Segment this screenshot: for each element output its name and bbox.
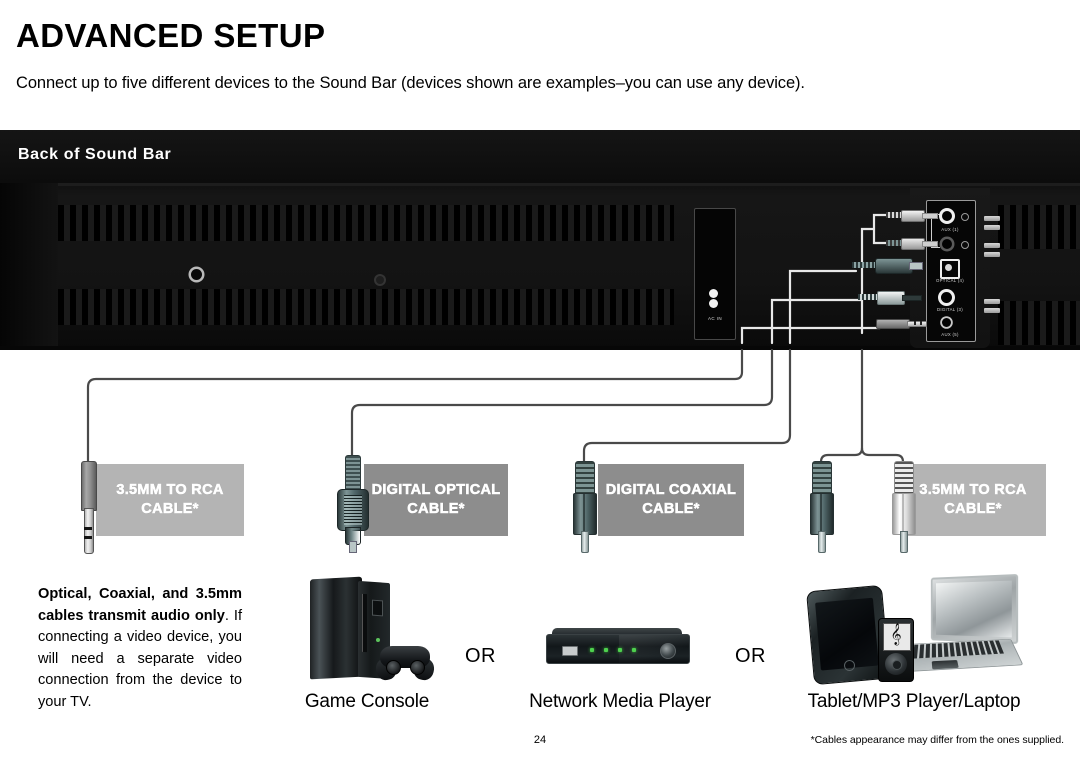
optical-in-port <box>940 259 960 279</box>
gamepad-icon <box>372 640 438 683</box>
cable-label-text-3: DIGITAL COAXIAL CABLE* <box>605 482 737 518</box>
plug-coaxial-rca <box>571 461 597 553</box>
ac-power-icon <box>706 289 721 313</box>
tablet-mp3-laptop-caption: Tablet/MP3 Player/Laptop <box>807 691 1021 712</box>
side-clip-3a <box>984 299 1000 304</box>
digital-coax-in-label: DIGITAL (3) <box>937 307 963 312</box>
intro-paragraph: Connect up to five different devices to … <box>16 74 805 92</box>
optical-in-label: OPTICAL (4) <box>936 278 964 283</box>
laptop-icon <box>900 573 1024 676</box>
section-banner-label: Back of Sound Bar <box>18 146 172 163</box>
soundbar-left-shadow <box>0 183 58 350</box>
manual-page: ADVANCED SETUP Connect up to five differ… <box>0 0 1080 761</box>
aux-in-2-label: AUX (5) <box>941 332 959 337</box>
panel-screw-icon-2 <box>961 241 969 249</box>
speaker-grille-top-left <box>58 205 674 241</box>
side-clip-2a <box>984 243 1000 248</box>
cable-label-text-4: 3.5MM TO RCA CABLE* <box>919 482 1027 518</box>
network-media-player-caption: Network Media Player <box>529 691 711 712</box>
section-banner: Back of Sound Bar <box>0 130 1080 183</box>
usb-port-icon <box>562 646 578 656</box>
or-separator-1: OR <box>465 645 496 667</box>
plug-optical <box>336 455 369 553</box>
side-clip-3b <box>984 308 1000 313</box>
mp3-player-icon: 𝄞 <box>878 618 914 682</box>
side-clip-1b <box>984 225 1000 230</box>
side-clip-1a <box>984 216 1000 221</box>
mount-hole-left <box>191 269 202 280</box>
speaker-grille-top-right <box>998 205 1080 249</box>
cable-label-35mm-to-rca-right: 3.5MM TO RCA CABLE* <box>900 464 1046 536</box>
aux-in-1-right-jack <box>942 239 952 249</box>
audio-only-note-bold: Optical, Coaxial, and 3.5mm cables trans… <box>38 586 242 624</box>
audio-only-note: Optical, Coaxial, and 3.5mm cables trans… <box>38 584 242 713</box>
rca-plug-white-bottom <box>886 237 938 250</box>
cable-label-35mm-to-rca: 3.5MM TO RCA CABLE* <box>96 464 244 536</box>
music-note-icon: 𝄞 <box>890 624 902 645</box>
aux-in-1-label: AUX (1) <box>941 227 959 232</box>
plug-rca-red <box>808 461 834 553</box>
click-wheel-icon <box>885 653 907 675</box>
mount-hole-center <box>376 276 384 284</box>
page-title: ADVANCED SETUP <box>16 17 326 54</box>
aux-in-1-left-jack <box>942 211 952 221</box>
plug-35mm-left <box>78 461 98 556</box>
ac-in-label: AC IN <box>707 316 722 321</box>
panel-screw-icon-1 <box>961 213 969 221</box>
coax-plug-docked <box>858 291 922 305</box>
soundbar-top-edge <box>0 183 1080 186</box>
aux-35mm-plug-docked <box>876 318 936 329</box>
game-console-caption: Game Console <box>304 691 430 712</box>
rca-plug-white-top <box>886 209 938 222</box>
game-console-image <box>310 576 440 683</box>
cable-label-digital-optical: DIGITAL OPTICAL CABLE* <box>364 464 508 536</box>
tablet-mp3-laptop-image: 𝄞 <box>800 570 1024 686</box>
or-separator-2: OR <box>735 645 766 667</box>
power-knob-icon <box>660 643 676 659</box>
cable-label-digital-coaxial: DIGITAL COAXIAL CABLE* <box>598 464 744 536</box>
cable-label-text-2: DIGITAL OPTICAL CABLE* <box>371 482 501 518</box>
network-media-player-image <box>546 628 690 668</box>
cables-footnote: *Cables appearance may differ from the o… <box>810 734 1064 746</box>
speaker-grille-bottom-right <box>998 301 1080 345</box>
side-clip-2b <box>984 252 1000 257</box>
speaker-grille-bottom-left <box>58 289 674 325</box>
plug-rca-white <box>890 461 916 553</box>
aux-in-2-jack <box>942 318 951 327</box>
optical-plug-docked <box>852 258 923 274</box>
digital-coax-in-jack <box>941 292 952 303</box>
cable-label-text-1: 3.5MM TO RCA CABLE* <box>116 482 224 518</box>
